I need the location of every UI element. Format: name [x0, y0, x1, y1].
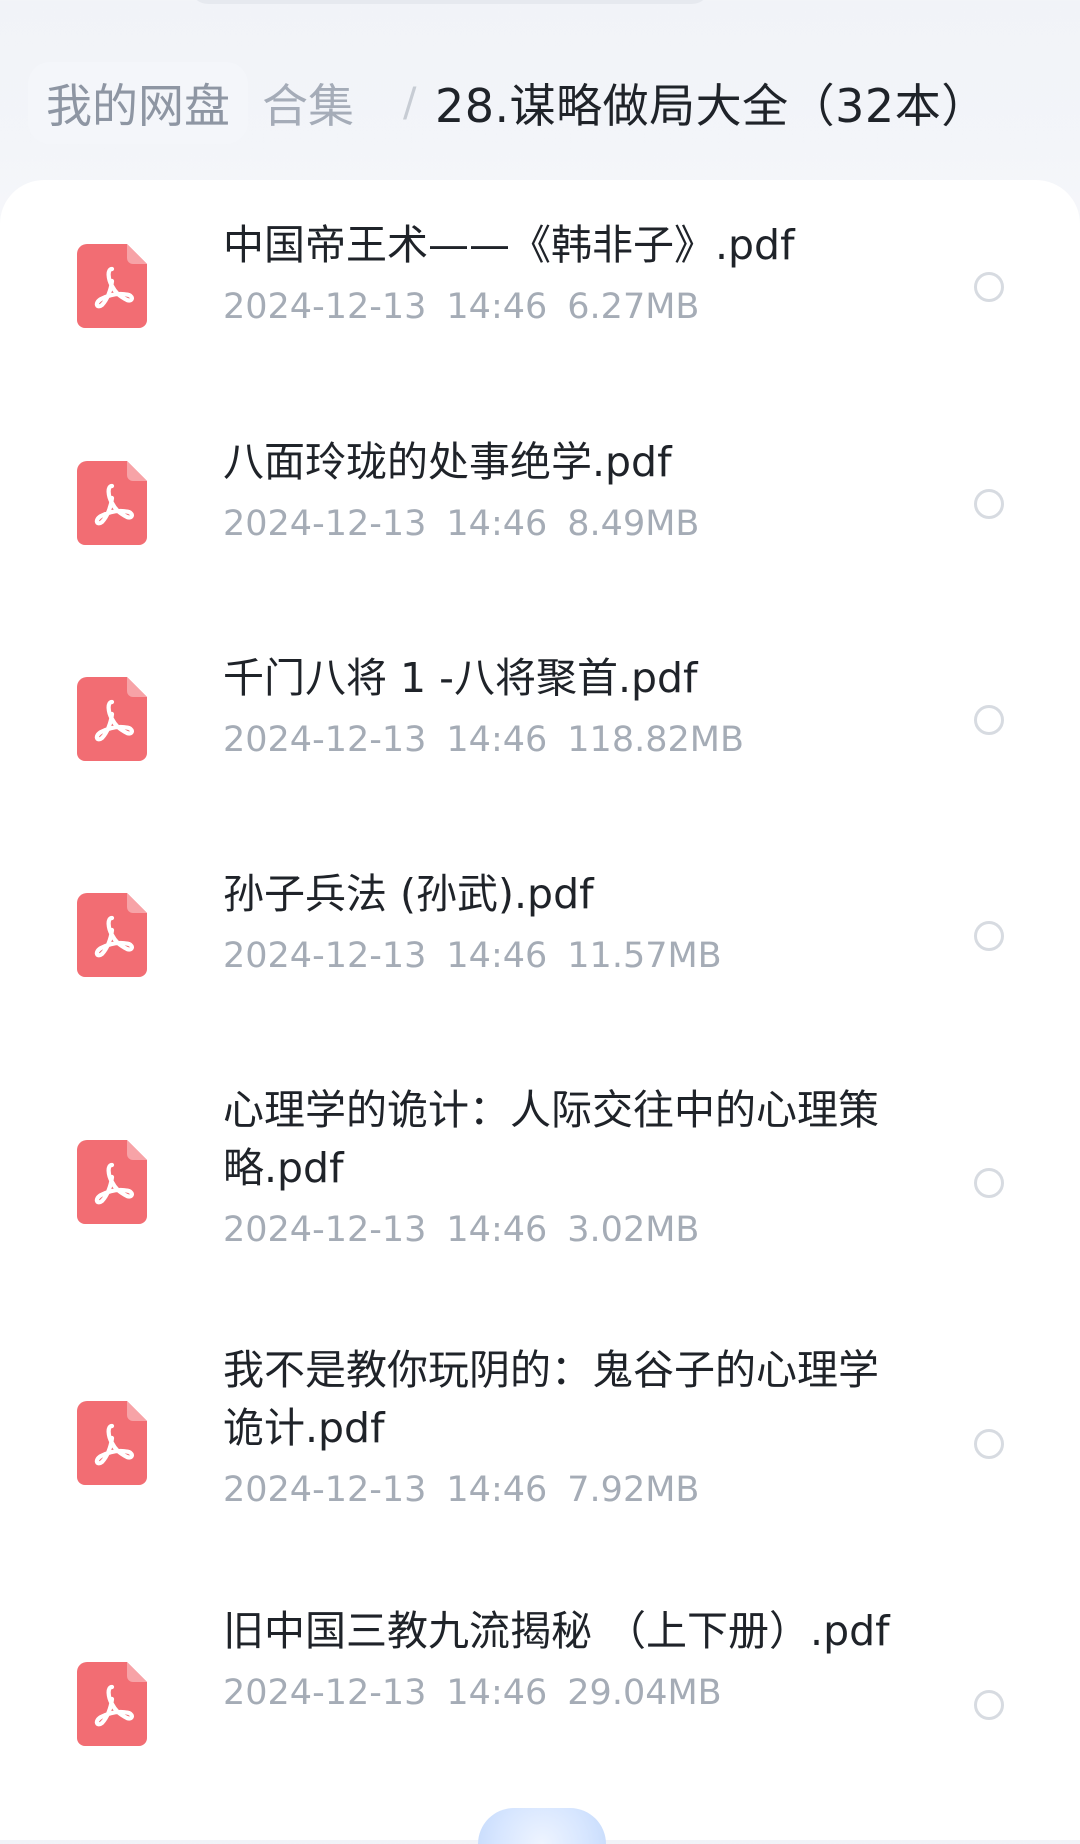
- pdf-icon: [77, 244, 147, 328]
- file-meta: 2024-12-13 14:46 118.82MB: [223, 717, 913, 763]
- file-row[interactable]: 中国帝王术——《韩非子》.pdf 2024-12-13 14:46 6.27MB: [0, 196, 1080, 376]
- file-name: 心理学的诡计：人际交往中的心理策略.pdf: [223, 1086, 879, 1192]
- file-meta: 2024-12-13 14:46 11.57MB: [223, 933, 913, 979]
- file-list: 中国帝王术——《韩非子》.pdf 2024-12-13 14:46 6.27MB 八…: [0, 180, 1080, 1840]
- file-meta: 2024-12-13 14:46 6.27MB: [223, 284, 913, 330]
- file-size: 3.02MB: [567, 1210, 700, 1250]
- file-name: 中国帝王术——《韩非子》.pdf: [223, 221, 795, 269]
- file-row[interactable]: 心理学的诡计：人际交往中的心理策略.pdf 2024-12-13 14:46 3.0…: [0, 1060, 1080, 1300]
- file-name: 我不是教你玩阴的：鬼谷子的心理学诡计.pdf: [223, 1346, 879, 1452]
- file-row[interactable]: 我不是教你玩阴的：鬼谷子的心理学诡计.pdf 2024-12-13 14:46 7.…: [0, 1321, 1080, 1561]
- file-date: 2024-12-13: [223, 936, 427, 976]
- file-size: 6.27MB: [567, 287, 700, 327]
- breadcrumb-separator: /: [403, 80, 417, 126]
- file-size: 7.92MB: [567, 1470, 700, 1510]
- file-date: 2024-12-13: [223, 1673, 427, 1713]
- pdf-icon: [77, 677, 147, 761]
- file-time: 14:46: [446, 1470, 548, 1510]
- file-time: 14:46: [446, 1210, 548, 1250]
- floating-action-button[interactable]: [478, 1808, 606, 1844]
- file-size: 8.49MB: [567, 504, 700, 544]
- file-size: 29.04MB: [567, 1673, 722, 1713]
- file-time: 14:46: [446, 720, 548, 760]
- file-date: 2024-12-13: [223, 1210, 427, 1250]
- file-row[interactable]: 旧中国三教九流揭秘 （上下册）.pdf 2024-12-13 14:46 29.04…: [0, 1582, 1080, 1822]
- breadcrumb-parent[interactable]: 合集: [262, 62, 354, 144]
- pdf-icon: [77, 893, 147, 977]
- file-meta: 2024-12-13 14:46 7.92MB: [223, 1467, 913, 1513]
- pdf-icon: [77, 1662, 147, 1746]
- top-handle: [190, 0, 710, 4]
- file-time: 14:46: [446, 504, 548, 544]
- pdf-icon: [77, 461, 147, 545]
- file-meta: 2024-12-13 14:46 3.02MB: [223, 1207, 913, 1253]
- file-size: 11.57MB: [567, 936, 722, 976]
- breadcrumb-current: 28.谋略做局大全（32本）: [435, 79, 988, 133]
- file-time: 14:46: [446, 1673, 548, 1713]
- select-radio[interactable]: [974, 489, 1004, 519]
- file-date: 2024-12-13: [223, 720, 427, 760]
- file-date: 2024-12-13: [223, 1470, 427, 1510]
- file-size: 118.82MB: [567, 720, 744, 760]
- file-name: 八面玲珑的处事绝学.pdf: [223, 438, 672, 486]
- select-radio[interactable]: [974, 1690, 1004, 1720]
- select-radio[interactable]: [974, 1168, 1004, 1198]
- breadcrumb-root[interactable]: 我的网盘: [28, 62, 248, 144]
- pdf-icon: [77, 1140, 147, 1224]
- file-row[interactable]: 千门八将 1 -八将聚首.pdf 2024-12-13 14:46 118.82MB: [0, 629, 1080, 809]
- breadcrumb: 我的网盘 合集 / 28.谋略做局大全（32本）: [0, 58, 1080, 158]
- file-name: 旧中国三教九流揭秘 （上下册）.pdf: [223, 1607, 890, 1655]
- select-radio[interactable]: [974, 705, 1004, 735]
- file-row[interactable]: 孙子兵法 (孙武).pdf 2024-12-13 14:46 11.57MB: [0, 845, 1080, 1025]
- select-radio[interactable]: [974, 272, 1004, 302]
- file-time: 14:46: [446, 936, 548, 976]
- file-date: 2024-12-13: [223, 287, 427, 327]
- file-meta: 2024-12-13 14:46 8.49MB: [223, 501, 913, 547]
- pdf-icon: [77, 1401, 147, 1485]
- file-meta: 2024-12-13 14:46 29.04MB: [223, 1670, 913, 1716]
- file-name: 千门八将 1 -八将聚首.pdf: [223, 654, 698, 702]
- file-row[interactable]: 八面玲珑的处事绝学.pdf 2024-12-13 14:46 8.49MB: [0, 412, 1080, 592]
- select-radio[interactable]: [974, 921, 1004, 951]
- file-time: 14:46: [446, 287, 548, 327]
- file-date: 2024-12-13: [223, 504, 427, 544]
- file-name: 孙子兵法 (孙武).pdf: [223, 870, 594, 918]
- select-radio[interactable]: [974, 1429, 1004, 1459]
